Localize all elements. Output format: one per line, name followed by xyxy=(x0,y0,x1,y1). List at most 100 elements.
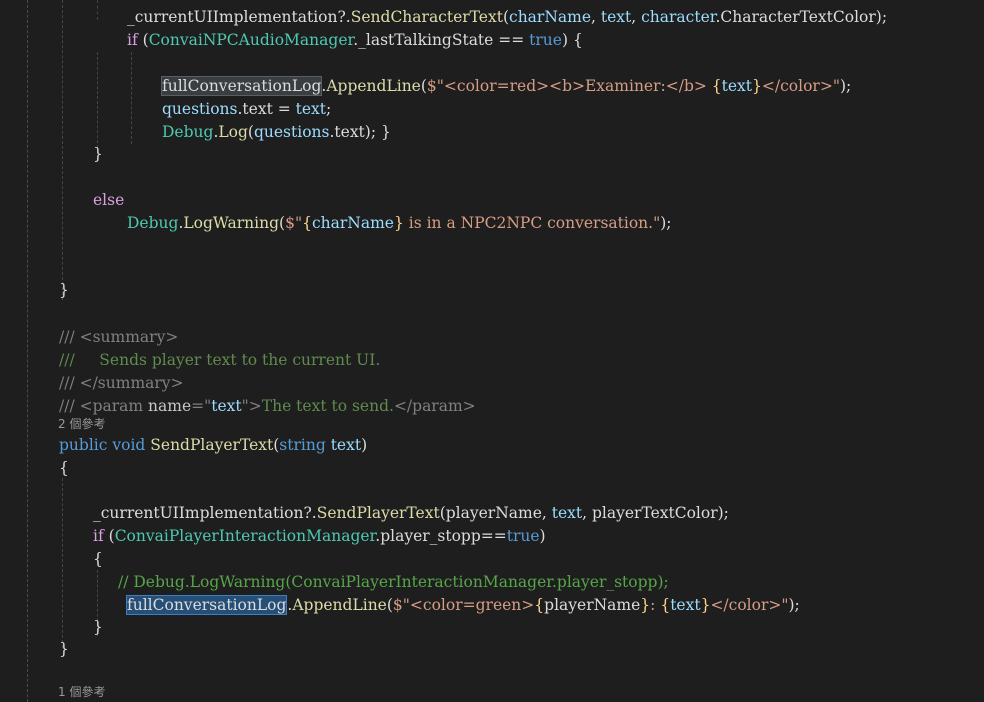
code-token: <color=red><b>Examiner:</b> xyxy=(443,77,712,95)
code-token: <param xyxy=(79,397,149,415)
code-token: Debug xyxy=(162,123,214,141)
code-token: text xyxy=(670,596,701,614)
code-token: SendPlayerText xyxy=(150,436,274,454)
code-token: $" xyxy=(392,596,410,614)
code-token: </color>" xyxy=(710,596,789,614)
code-line[interactable]: Debug.Log(questions.text); } xyxy=(162,121,391,143)
code-token: charName xyxy=(311,214,394,232)
code-token: string xyxy=(279,436,326,454)
indent-guide xyxy=(62,0,63,300)
indent-guide xyxy=(62,478,63,648)
code-line[interactable]: if (ConvaiNPCAudioManager._lastTalkingSt… xyxy=(127,29,583,51)
code-token: } xyxy=(93,145,103,163)
code-token: _currentUIImplementation?. xyxy=(127,8,351,26)
code-token: </color>" xyxy=(761,77,840,95)
gutter-guide xyxy=(27,0,28,702)
code-token: void xyxy=(112,436,146,454)
code-token: <summary> xyxy=(79,328,179,346)
code-line[interactable]: { xyxy=(59,457,69,479)
code-token: .player_stopp== xyxy=(375,527,507,545)
codelens-references[interactable]: 2 個參考 xyxy=(58,416,105,432)
code-token: } xyxy=(93,618,103,636)
code-token: , xyxy=(591,8,601,26)
code-token: , playerTextColor); xyxy=(582,504,729,522)
code-token: =" xyxy=(191,397,212,415)
code-token: { xyxy=(59,459,69,477)
code-token: /// xyxy=(59,397,80,415)
highlighted-reference: fullConversationLog xyxy=(160,76,323,96)
code-token: { xyxy=(660,596,671,614)
code-token: ConvaiPlayerInteractionManager xyxy=(114,527,376,545)
code-token: name xyxy=(148,397,192,415)
code-token: charName xyxy=(509,8,592,26)
code-token: { xyxy=(534,596,545,614)
code-token: { xyxy=(302,214,312,232)
code-line[interactable]: } xyxy=(93,143,103,165)
code-token: Debug xyxy=(127,214,179,232)
code-token: else xyxy=(93,191,125,209)
code-token: } xyxy=(59,281,69,299)
code-token: _currentUIImplementation?. xyxy=(93,504,317,522)
code-token: (playerName, xyxy=(439,504,552,522)
code-line[interactable]: Debug.LogWarning($"{charName} is in a NP… xyxy=(127,212,672,234)
code-line[interactable]: // Debug.LogWarning(ConvaiPlayerInteract… xyxy=(118,571,669,593)
code-line[interactable]: if (ConvaiPlayerInteractionManager.playe… xyxy=(93,525,546,547)
code-token: .CharacterTextColor); xyxy=(715,8,888,26)
code-token: ); xyxy=(839,77,852,95)
code-line[interactable]: } xyxy=(93,616,103,638)
code-token: ) xyxy=(361,436,368,454)
code-line[interactable]: } xyxy=(59,638,69,660)
code-token: if xyxy=(93,527,104,545)
code-token: .text = xyxy=(237,100,296,118)
code-token: true xyxy=(529,31,562,49)
code-line[interactable]: fullConversationLog.AppendLine($"<color=… xyxy=(125,594,800,616)
code-token: ConvaiNPCAudioManager xyxy=(148,31,354,49)
code-line[interactable]: } xyxy=(59,279,69,301)
code-token: text xyxy=(600,8,632,26)
code-line[interactable]: public void SendPlayerText(string text) xyxy=(59,434,367,456)
code-line[interactable]: /// </summary> xyxy=(59,372,184,394)
codelens-references[interactable]: 1 個參考 xyxy=(58,684,105,700)
code-token: if xyxy=(127,31,138,49)
code-token: } xyxy=(700,596,711,614)
code-token: ; xyxy=(326,100,332,118)
code-token: AppendLine xyxy=(292,596,387,614)
code-line[interactable]: _currentUIImplementation?.SendPlayerText… xyxy=(93,502,729,524)
code-token: </summary> xyxy=(79,374,184,392)
code-line[interactable]: /// <summary> xyxy=(59,326,178,348)
code-token: LogWarning xyxy=(183,214,280,232)
code-token: text xyxy=(551,504,583,522)
code-token: ) { xyxy=(561,31,583,49)
code-token: } xyxy=(752,77,762,95)
code-token: /// xyxy=(59,374,80,392)
code-token: "> xyxy=(241,397,262,415)
code-token: character xyxy=(641,8,716,26)
code-token: ); xyxy=(660,214,672,232)
code-token: questions xyxy=(253,123,330,141)
code-token: ); xyxy=(788,596,800,614)
code-token: Log xyxy=(218,123,248,141)
code-line[interactable]: { xyxy=(93,548,103,570)
code-line[interactable]: /// <param name="text">The text to send.… xyxy=(59,395,476,417)
code-token: is in a NPC2NPC conversation." xyxy=(403,214,661,232)
code-token: </param> xyxy=(393,397,476,415)
code-token: $" xyxy=(285,214,303,232)
code-line[interactable]: questions.text = text; xyxy=(162,98,331,120)
code-token: /// Sends player text to the current UI. xyxy=(59,351,381,369)
code-token: text xyxy=(211,397,242,415)
indent-guide xyxy=(97,0,98,20)
code-token: SendCharacterText xyxy=(350,8,503,26)
code-editor[interactable]: _currentUIImplementation?.SendCharacterT… xyxy=(0,0,984,702)
code-token: ( xyxy=(137,31,149,49)
code-token: } xyxy=(640,596,651,614)
code-line[interactable]: _currentUIImplementation?.SendCharacterT… xyxy=(127,6,887,28)
code-token: SendPlayerText xyxy=(316,504,440,522)
code-token: text xyxy=(295,100,327,118)
code-line[interactable]: /// Sends player text to the current UI. xyxy=(59,349,380,371)
code-token: : xyxy=(650,596,661,614)
code-token: } xyxy=(59,640,69,658)
code-token: playerName xyxy=(544,596,641,614)
code-line[interactable]: else xyxy=(93,189,124,211)
code-line[interactable]: fullConversationLog.AppendLine($"<color=… xyxy=(160,75,852,97)
code-token: public xyxy=(59,436,108,454)
